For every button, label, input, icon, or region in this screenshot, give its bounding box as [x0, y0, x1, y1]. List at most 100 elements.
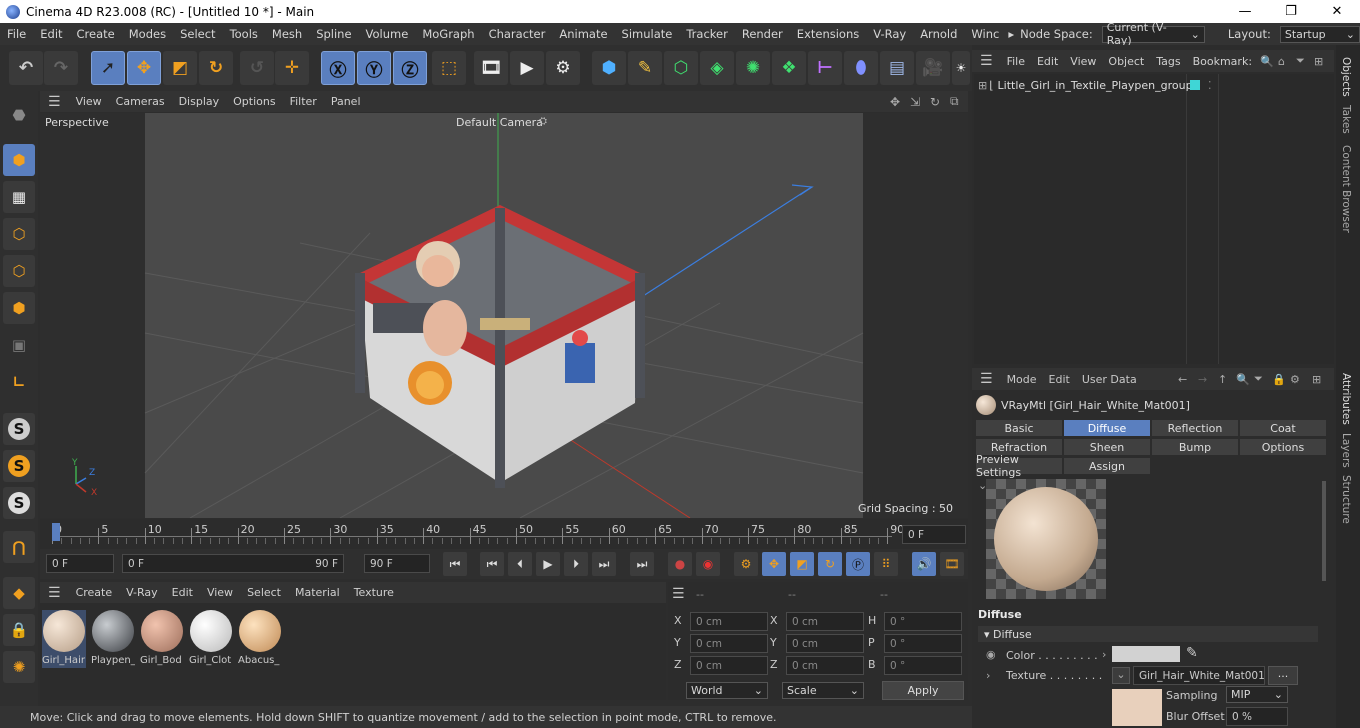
move-icon[interactable]: ✥ [127, 51, 161, 85]
select-arrow-icon[interactable]: ➚ [91, 51, 125, 85]
field-icon[interactable]: ⬮ [844, 51, 878, 85]
attr-menu-edit[interactable]: Edit [1043, 373, 1076, 386]
coord-scale-select[interactable]: Scale ⌄ [782, 682, 864, 699]
viewport-menu-panel[interactable]: Panel [324, 95, 368, 108]
floor-icon[interactable]: ▤ [880, 51, 914, 85]
goto-end-icon[interactable]: ⏭ [630, 552, 654, 576]
film-icon[interactable]: 🎞 [940, 552, 964, 576]
perspective-viewport[interactable]: Perspective Default Camera ⛭ Grid Spacin… [40, 113, 968, 518]
next-key-icon[interactable]: ⏭ [592, 552, 616, 576]
key-scale-icon[interactable]: ◩ [790, 552, 814, 576]
make-editable-icon[interactable]: ⬣ [3, 99, 35, 131]
x-axis-lock-icon[interactable]: Ⓧ [321, 51, 355, 85]
hamburger-menu-icon[interactable]: ☰ [672, 586, 685, 602]
extrude-icon[interactable]: ◈ [700, 51, 734, 85]
render-settings-icon[interactable]: ⚙ [546, 51, 580, 85]
key-parameter-icon[interactable]: Ⓟ [846, 552, 870, 576]
viewport-menu-view[interactable]: View [69, 95, 109, 108]
sampling-select[interactable]: MIP ⌄ [1226, 686, 1288, 703]
menu-arnold[interactable]: Arnold [913, 27, 964, 41]
magnet-icon[interactable]: ⋂ [3, 531, 35, 563]
key-rotation-icon[interactable]: ↻ [818, 552, 842, 576]
attr-tab-preview-settings[interactable]: Preview Settings [975, 453, 1063, 479]
record-icon[interactable]: ● [668, 552, 692, 576]
coord-value-field[interactable]: 0 cm [690, 612, 768, 631]
new-panel-icon[interactable]: ⊞ [1312, 373, 1321, 386]
menu-tracker[interactable]: Tracker [679, 27, 735, 41]
sculpt-icon[interactable]: ✺ [3, 651, 35, 683]
menu-overflow-icon[interactable]: ▸ [1006, 27, 1016, 41]
coord-value-field[interactable]: 0 ° [884, 634, 962, 653]
attributes-scrollbar[interactable] [1322, 481, 1326, 581]
side-tab-content-browser[interactable]: Content Browser [1340, 145, 1352, 233]
cloner-icon[interactable]: ✺ [736, 51, 770, 85]
coord-value-field[interactable]: 0 cm [786, 612, 864, 631]
end-frame-field[interactable]: 90 F [364, 554, 430, 573]
object-menu-bookmarks[interactable]: Bookmark: [1187, 55, 1258, 68]
menu-mesh[interactable]: Mesh [265, 27, 309, 41]
keyframe-selection-icon[interactable]: ⚙ [734, 552, 758, 576]
search-icon[interactable]: 🔍 [1260, 55, 1274, 68]
menu-render[interactable]: Render [735, 27, 790, 41]
autokey-icon[interactable]: ◉ [696, 552, 720, 576]
side-tab-takes[interactable]: Takes [1340, 105, 1352, 134]
render-view-icon[interactable]: 🎞 [474, 51, 508, 85]
menu-create[interactable]: Create [70, 27, 122, 41]
filter-icon[interactable]: ⏷ [1296, 54, 1305, 68]
redo-icon[interactable]: ↷ [44, 51, 78, 85]
light-icon[interactable]: ☀ [952, 51, 970, 85]
lock-workplane-icon[interactable]: 🔒 [3, 614, 35, 646]
viewport-menu-cameras[interactable]: Cameras [109, 95, 172, 108]
object-row[interactable]: ⊞ ⌊ Little_Girl_in_Textile_Playpen_group… [974, 76, 1334, 94]
material-swatch[interactable]: Girl_Bod [140, 610, 184, 668]
attr-tab-options[interactable]: Options [1239, 438, 1327, 456]
undo-icon[interactable]: ↶ [9, 51, 43, 85]
coord-value-field[interactable]: 0 cm [786, 634, 864, 653]
material-menu-create[interactable]: Create [69, 586, 120, 599]
material-menu-texture[interactable]: Texture [347, 586, 401, 599]
material-menu-select[interactable]: Select [240, 586, 288, 599]
object-menu-view[interactable]: View [1064, 55, 1102, 68]
minimize-button[interactable]: — [1222, 0, 1268, 23]
key-position-icon[interactable]: ✥ [762, 552, 786, 576]
diffuse-group-header[interactable]: ▾ Diffuse [978, 626, 1318, 642]
uv-mode-icon[interactable]: ▣ [3, 329, 35, 361]
material-menu-material[interactable]: Material [288, 586, 347, 599]
viewport-rotate-icon[interactable]: ↻ [930, 95, 940, 109]
expand-color-icon[interactable]: › [1102, 648, 1106, 661]
attr-tab-coat[interactable]: Coat [1239, 419, 1327, 437]
lock-icon[interactable]: 🔒 [1272, 373, 1286, 386]
z-axis-lock-icon[interactable]: Ⓩ [393, 51, 427, 85]
menu-mograph[interactable]: MoGraph [415, 27, 481, 41]
deformer-icon[interactable]: ⊢ [808, 51, 842, 85]
viewport-zoom-icon[interactable]: ⇲ [910, 95, 920, 109]
point-mode-icon[interactable]: ⬡ [3, 218, 35, 250]
next-frame-icon[interactable]: ⏵ [564, 552, 588, 576]
timeline-ruler[interactable]: 051015202530354045505560657075808590 0 F [40, 519, 968, 549]
camera-icon[interactable]: 🎥 [916, 51, 950, 85]
workplane-snap-icon[interactable]: S [3, 487, 35, 519]
blur-offset-field[interactable]: 0 % [1226, 707, 1288, 726]
subdivision-icon[interactable]: ⬡ [664, 51, 698, 85]
back-arrow-icon[interactable]: ← [1178, 373, 1187, 386]
menu-vray[interactable]: V-Ray [866, 27, 913, 41]
hamburger-menu-icon[interactable]: ☰ [972, 371, 1001, 387]
menu-extensions[interactable]: Extensions [790, 27, 866, 41]
material-menu-vray[interactable]: V-Ray [119, 586, 165, 599]
hamburger-menu-icon[interactable]: ☰ [40, 585, 69, 601]
apply-button[interactable]: Apply [882, 681, 964, 700]
prev-frame-icon[interactable]: ⏴ [508, 552, 532, 576]
material-swatch[interactable]: Girl_Clot [189, 610, 233, 668]
animate-dot-icon[interactable]: ◉ [986, 648, 996, 661]
attr-menu-userdata[interactable]: User Data [1076, 373, 1143, 386]
coord-mode-select[interactable]: World ⌄ [686, 682, 768, 699]
coordinate-system-icon[interactable]: ⬚ [432, 51, 466, 85]
axis-mode-icon[interactable]: ∟ [3, 366, 35, 398]
menu-tools[interactable]: Tools [223, 27, 265, 41]
forward-arrow-icon[interactable]: → [1198, 373, 1207, 386]
menu-volume[interactable]: Volume [359, 27, 416, 41]
menu-window[interactable]: Winc [964, 27, 1006, 41]
viewport-menu-options[interactable]: Options [226, 95, 282, 108]
recent-tool-icon[interactable]: ↺ [240, 51, 274, 85]
menu-select[interactable]: Select [173, 27, 222, 41]
